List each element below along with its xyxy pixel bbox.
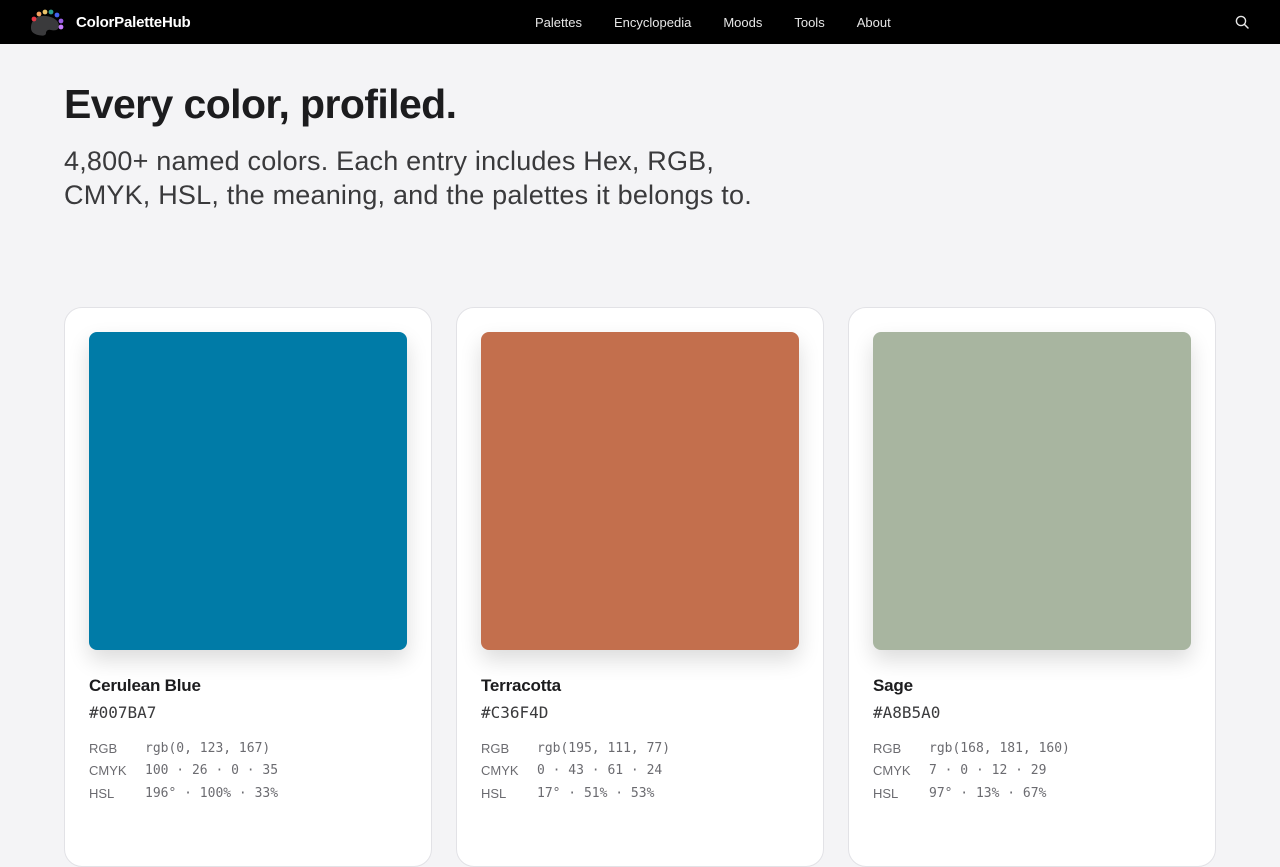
color-hex-code: #C36F4D xyxy=(481,703,549,722)
color-card-sage[interactable]: Sage #A8B5A0 RGB rgb(168, 181, 160) CMYK… xyxy=(848,307,1216,867)
spec-value-rgb: rgb(168, 181, 160) xyxy=(929,740,1070,756)
top-navigation-bar: ColorPaletteHub Palettes Encyclopedia Mo… xyxy=(0,0,1280,44)
spec-label-cmyk: CMYK xyxy=(481,763,519,779)
nav-about[interactable]: About xyxy=(857,15,891,30)
color-specs: RGB rgb(168, 181, 160) CMYK 7 · 0 · 12 ·… xyxy=(873,737,1191,805)
brand-name: ColorPaletteHub xyxy=(76,13,191,31)
spec-row-cmyk: CMYK 0 · 43 · 61 · 24 xyxy=(481,760,799,783)
spec-row-cmyk: CMYK 100 · 26 · 0 · 35 xyxy=(89,760,407,783)
spec-label-cmyk: CMYK xyxy=(873,763,911,779)
spec-row-cmyk: CMYK 7 · 0 · 12 · 29 xyxy=(873,760,1191,783)
spec-label-cmyk: CMYK xyxy=(89,763,127,779)
color-swatch[interactable] xyxy=(89,332,407,650)
spec-value-cmyk: 7 · 0 · 12 · 29 xyxy=(929,763,1047,779)
spec-row-hsl: HSL 17° · 51% · 53% xyxy=(481,782,799,805)
color-hex-code: #A8B5A0 xyxy=(873,703,941,722)
spec-label-hsl: HSL xyxy=(89,785,115,801)
color-hex-code: #007BA7 xyxy=(89,703,157,722)
spec-value-rgb: rgb(0, 123, 167) xyxy=(145,740,271,756)
color-specs: RGB rgb(195, 111, 77) CMYK 0 · 43 · 61 ·… xyxy=(481,737,799,805)
nav-tools[interactable]: Tools xyxy=(794,15,824,30)
spec-value-cmyk: 0 · 43 · 61 · 24 xyxy=(537,763,663,779)
hero-section: Every color, profiled. 4,800+ named colo… xyxy=(64,80,804,212)
color-card-cerulean-blue[interactable]: Cerulean Blue #007BA7 RGB rgb(0, 123, 16… xyxy=(64,307,432,867)
spec-value-hsl: 97° · 13% · 67% xyxy=(929,785,1047,801)
color-swatch[interactable] xyxy=(873,332,1191,650)
page-title: Every color, profiled. xyxy=(64,81,457,127)
color-swatch[interactable] xyxy=(481,332,799,650)
color-name: Cerulean Blue xyxy=(89,676,201,695)
color-card-grid: Cerulean Blue #007BA7 RGB rgb(0, 123, 16… xyxy=(64,307,1216,867)
spec-value-cmyk: 100 · 26 · 0 · 35 xyxy=(145,763,279,779)
main-nav: Palettes Encyclopedia Moods Tools About xyxy=(535,0,891,44)
spec-value-hsl: 17° · 51% · 53% xyxy=(537,785,655,801)
palette-logo-icon xyxy=(28,8,64,36)
spec-value-hsl: 196° · 100% · 33% xyxy=(145,785,279,801)
page-subtitle: 4,800+ named colors. Each entry includes… xyxy=(64,146,752,210)
color-name: Sage xyxy=(873,676,913,695)
search-icon[interactable] xyxy=(1234,14,1250,30)
color-name: Terracotta xyxy=(481,676,561,695)
spec-label-hsl: HSL xyxy=(873,785,899,801)
spec-row-rgb: RGB rgb(0, 123, 167) xyxy=(89,737,407,760)
spec-label-rgb: RGB xyxy=(873,740,902,756)
nav-encyclopedia[interactable]: Encyclopedia xyxy=(614,15,691,30)
spec-row-hsl: HSL 97° · 13% · 67% xyxy=(873,782,1191,805)
spec-row-rgb: RGB rgb(195, 111, 77) xyxy=(481,737,799,760)
nav-moods[interactable]: Moods xyxy=(723,15,762,30)
spec-value-rgb: rgb(195, 111, 77) xyxy=(537,740,671,756)
color-specs: RGB rgb(0, 123, 167) CMYK 100 · 26 · 0 ·… xyxy=(89,737,407,805)
spec-label-rgb: RGB xyxy=(89,740,118,756)
brand-home-link[interactable]: ColorPaletteHub xyxy=(28,6,191,38)
spec-label-hsl: HSL xyxy=(481,785,507,801)
spec-row-hsl: HSL 196° · 100% · 33% xyxy=(89,782,407,805)
color-card-terracotta[interactable]: Terracotta #C36F4D RGB rgb(195, 111, 77)… xyxy=(456,307,824,867)
nav-palettes[interactable]: Palettes xyxy=(535,15,582,30)
spec-row-rgb: RGB rgb(168, 181, 160) xyxy=(873,737,1191,760)
spec-label-rgb: RGB xyxy=(481,740,510,756)
